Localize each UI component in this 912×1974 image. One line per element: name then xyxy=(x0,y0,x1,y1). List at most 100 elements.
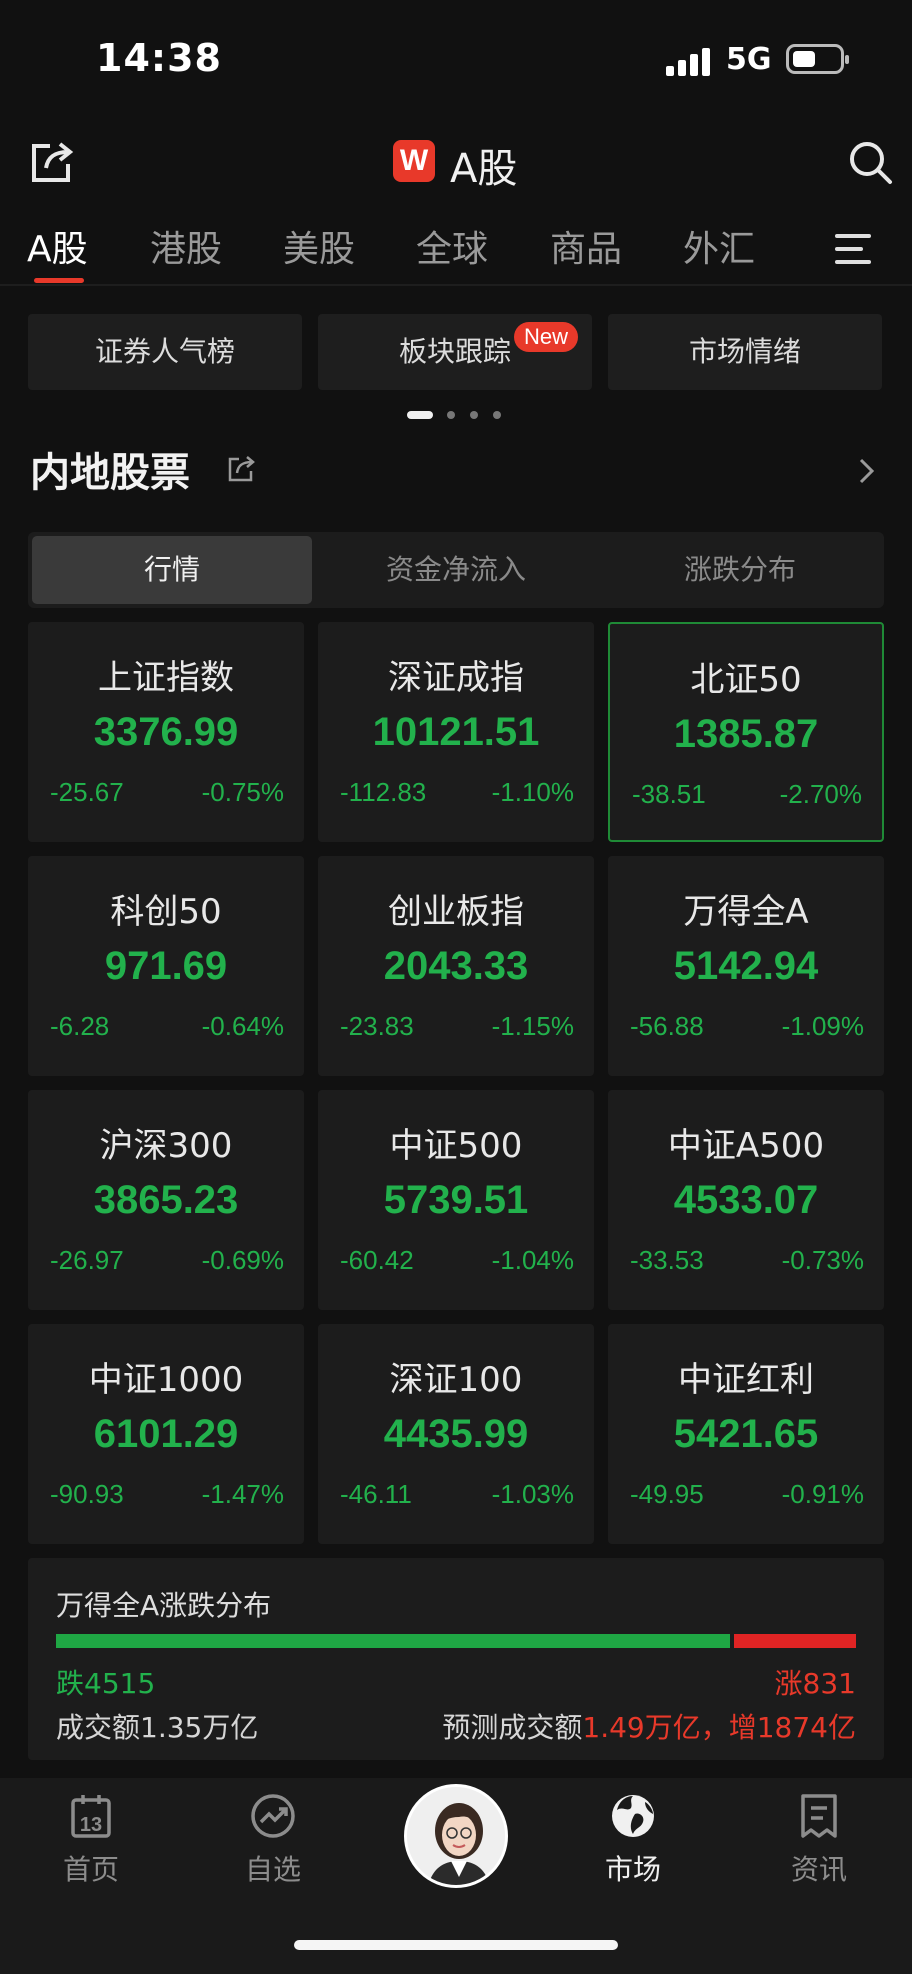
index-change: -6.28 xyxy=(50,1011,110,1041)
search-icon[interactable] xyxy=(846,138,894,186)
distribution-title: 万得全A涨跌分布 xyxy=(56,1589,272,1622)
tab-global[interactable]: 全球 xyxy=(416,220,488,272)
index-name: 科创50 xyxy=(110,892,222,932)
calendar-day: 13 xyxy=(80,1814,102,1836)
new-badge: New xyxy=(514,322,579,352)
market-sentiment-button[interactable]: 市场情绪 xyxy=(608,314,882,390)
forecast-turnover: 预测成交额1.49万亿，增1874亿 xyxy=(442,1706,856,1746)
status-bar: 14:38 5G xyxy=(0,0,912,120)
external-link-icon[interactable] xyxy=(226,454,256,484)
section-title[interactable]: 内地股票 xyxy=(30,440,190,498)
status-time: 14:38 xyxy=(96,36,222,80)
fall-count: 跌4515 xyxy=(56,1667,156,1700)
index-card[interactable]: 中证A500 4533.07 -33.53 -0.73% xyxy=(608,1090,884,1310)
index-change: -60.42 xyxy=(340,1245,414,1275)
home-indicator[interactable] xyxy=(294,1940,618,1950)
segment-distribution[interactable]: 涨跌分布 xyxy=(600,536,880,604)
popularity-ranking-button[interactable]: 证券人气榜 xyxy=(28,314,302,390)
index-name: 沪深300 xyxy=(99,1126,233,1166)
index-change-pct: -1.47% xyxy=(201,1479,284,1509)
index-change-pct: -0.75% xyxy=(201,777,284,807)
chevron-right-icon[interactable] xyxy=(856,456,878,486)
index-name: 深证100 xyxy=(389,1360,523,1400)
index-value: 1385.87 xyxy=(673,712,819,756)
index-value: 5421.65 xyxy=(673,1412,819,1456)
globe-icon xyxy=(612,1795,654,1837)
index-value: 3865.23 xyxy=(93,1178,239,1222)
index-name: 中证红利 xyxy=(678,1360,814,1400)
trend-icon xyxy=(251,1794,295,1838)
index-card[interactable]: 万得全A 5142.94 -56.88 -1.09% xyxy=(608,856,884,1076)
index-change-pct: -0.91% xyxy=(781,1479,864,1509)
index-card[interactable]: 沪深300 3865.23 -26.97 -0.69% xyxy=(28,1090,304,1310)
index-change-pct: -0.73% xyxy=(781,1245,864,1275)
menu-icon[interactable] xyxy=(835,234,871,264)
index-card[interactable]: 中证1000 6101.29 -90.93 -1.47% xyxy=(28,1324,304,1544)
index-value: 4533.07 xyxy=(673,1178,819,1222)
nav-news[interactable]: 资讯 xyxy=(764,1792,874,1888)
index-card[interactable]: 中证红利 5421.65 -49.95 -0.91% xyxy=(608,1324,884,1544)
rise-fall-distribution[interactable]: 万得全A涨跌分布 跌4515 涨831 成交额1.35万亿 预测成交额1.49万… xyxy=(28,1558,884,1760)
index-change: -26.97 xyxy=(50,1245,124,1275)
index-change-pct: -1.15% xyxy=(491,1011,574,1041)
index-value: 4435.99 xyxy=(383,1412,529,1456)
calendar-icon: 13 xyxy=(71,1795,111,1838)
tab-commodities[interactable]: 商品 xyxy=(550,220,622,272)
share-icon[interactable] xyxy=(28,138,76,186)
header: W A股 xyxy=(0,126,912,198)
index-name: 中证500 xyxy=(389,1126,523,1166)
index-name: 创业板指 xyxy=(388,892,524,932)
nav-watchlist-label: 自选 xyxy=(244,1853,301,1886)
nav-market-label: 市场 xyxy=(604,1853,661,1886)
index-name: 上证指数 xyxy=(98,658,234,698)
market-tabs: A股 港股 美股 全球 商品 外汇 xyxy=(0,220,912,286)
tab-a-shares[interactable]: A股 xyxy=(27,220,88,272)
index-change-pct: -1.03% xyxy=(491,1479,574,1509)
turnover: 成交额1.35万亿 xyxy=(56,1711,259,1744)
carousel-pager xyxy=(407,411,507,421)
app-logo: W xyxy=(393,140,435,182)
nav-home-label: 首页 xyxy=(62,1853,119,1886)
rise-count: 涨831 xyxy=(774,1667,856,1700)
nav-watchlist[interactable]: 自选 xyxy=(218,1792,328,1888)
avatar[interactable] xyxy=(404,1784,508,1888)
news-icon xyxy=(801,1794,837,1838)
index-value: 5739.51 xyxy=(383,1178,529,1222)
index-card[interactable]: 上证指数 3376.99 -25.67 -0.75% xyxy=(28,622,304,842)
index-value: 2043.33 xyxy=(383,944,529,988)
segment-quotes[interactable]: 行情 xyxy=(32,536,312,604)
assistant-avatar-image xyxy=(407,1787,505,1885)
index-change: -90.93 xyxy=(50,1479,124,1509)
nav-market[interactable]: 市场 xyxy=(578,1792,688,1888)
index-value: 5142.94 xyxy=(673,944,819,988)
tab-hk-shares[interactable]: 港股 xyxy=(150,220,222,272)
index-card[interactable]: 北证50 1385.87 -38.51 -2.70% xyxy=(608,622,884,842)
index-value: 10121.51 xyxy=(372,710,540,754)
index-change: -33.53 xyxy=(630,1245,704,1275)
index-value: 6101.29 xyxy=(93,1412,239,1456)
nav-home[interactable]: 13 首页 xyxy=(36,1792,146,1888)
index-change: -23.83 xyxy=(340,1011,414,1041)
index-change-pct: -1.09% xyxy=(781,1011,864,1041)
index-card[interactable]: 中证500 5739.51 -60.42 -1.04% xyxy=(318,1090,594,1310)
segmented-control: 行情 资金净流入 涨跌分布 xyxy=(28,532,884,608)
signal-icon xyxy=(666,46,712,76)
index-name: 万得全A xyxy=(683,892,809,932)
index-name: 北证50 xyxy=(690,660,802,700)
index-card[interactable]: 创业板指 2043.33 -23.83 -1.15% xyxy=(318,856,594,1076)
index-change-pct: -0.69% xyxy=(201,1245,284,1275)
segment-net-inflow[interactable]: 资金净流入 xyxy=(316,536,596,604)
index-change-pct: -0.64% xyxy=(201,1011,284,1041)
index-card[interactable]: 科创50 971.69 -6.28 -0.64% xyxy=(28,856,304,1076)
index-change: -56.88 xyxy=(630,1011,704,1041)
tab-forex[interactable]: 外汇 xyxy=(683,220,755,272)
index-change: -46.11 xyxy=(340,1479,412,1509)
index-card[interactable]: 深证100 4435.99 -46.11 -1.03% xyxy=(318,1324,594,1544)
index-name: 深证成指 xyxy=(388,658,524,698)
tab-us-shares[interactable]: 美股 xyxy=(283,220,355,272)
index-card[interactable]: 深证成指 10121.51 -112.83 -1.10% xyxy=(318,622,594,842)
divider xyxy=(0,284,912,286)
index-value: 971.69 xyxy=(104,944,228,988)
index-name: 中证A500 xyxy=(667,1126,825,1166)
index-change: -38.51 xyxy=(632,779,706,809)
